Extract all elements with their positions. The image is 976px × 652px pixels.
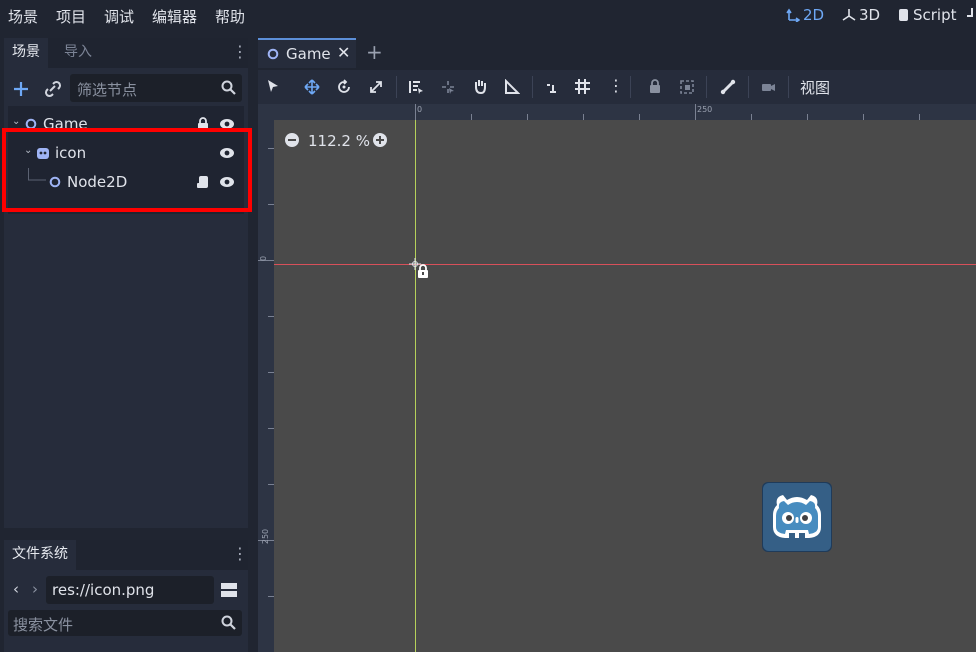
zoom-out-icon[interactable] [284,132,300,148]
rotate-tool-icon[interactable] [336,79,352,95]
workspace-script-button[interactable]: Script [896,6,957,24]
toolbar-separator [788,76,789,98]
search-files-placeholder: 搜索文件 [13,616,74,634]
3d-icon [842,9,856,21]
search-files-input[interactable]: 搜索文件 [8,610,242,636]
forward-arrow-icon[interactable]: › [32,580,38,598]
menu-scene[interactable]: 场景 [8,6,38,27]
group-icon[interactable] [679,79,695,95]
script-icon [899,9,908,21]
2d-icon [786,8,800,22]
workspace-3d-label: 3D [859,6,881,24]
add-tab-icon[interactable]: + [366,40,383,64]
search-icon [221,80,236,95]
camera-override-icon[interactable] [760,79,776,95]
snap-options-icon[interactable]: ⋮ [608,76,624,95]
split-view-icon[interactable] [220,581,238,599]
path-field[interactable]: res://icon.png [46,576,214,604]
workspace-2d-label: 2D [803,6,825,24]
scene-tab-label: Game [286,45,331,63]
filter-nodes-placeholder: 筛选节点 [77,81,138,99]
scene-tabs: Game ✕ + [258,38,976,70]
select-tool-icon[interactable] [266,79,280,93]
ruler-tick [415,104,416,120]
toolbar-separator [706,76,707,98]
ruler-label: 0 [417,105,423,114]
ruler-label: 0 [259,255,269,262]
lock-icon[interactable] [648,79,662,94]
canvas-toolbar: ⋮ 视图 [258,70,976,104]
menu-help[interactable]: 帮助 [215,6,245,27]
grid-snap-icon[interactable] [574,78,591,95]
filter-nodes-input[interactable]: 筛选节点 [70,74,242,102]
ruler-vertical: 0 250 [258,104,274,652]
workspace-script-label: Script [913,6,957,24]
toolbar-separator [748,76,749,98]
ruler-label: 250 [697,105,713,114]
zoom-in-icon[interactable] [372,132,388,148]
workspace-2d-button[interactable]: 2D [786,6,824,24]
menu-editor[interactable]: 编辑器 [152,6,197,27]
path-value: res://icon.png [52,581,155,599]
godot-logo-icon[interactable] [761,481,833,553]
assetlib-icon [967,8,973,17]
lock-icon [418,264,428,278]
ruler-tick [695,104,696,120]
close-icon[interactable]: ✕ [337,43,350,62]
search-icon [221,615,236,630]
pivot-tool-icon[interactable] [440,79,456,95]
link-icon[interactable] [44,80,62,98]
toolbar-separator [630,76,631,98]
tab-import[interactable]: 导入 [56,38,100,68]
zoom-level[interactable]: 112.2 % [308,132,370,150]
toolbar-separator [396,76,397,98]
2d-viewport[interactable]: 112.2 % [274,120,976,652]
move-tool-icon[interactable] [304,79,320,95]
smart-snap-icon[interactable] [544,79,560,95]
filesystem-dock-tabs: 文件系统 ⋮ [4,540,248,570]
workspace-3d-button[interactable]: 3D [842,6,880,24]
list-select-icon[interactable] [408,79,424,95]
scene-tab-game[interactable]: Game ✕ [258,38,356,68]
chevron-down-icon[interactable]: ⌄ [12,116,20,127]
bone-icon[interactable] [720,79,736,95]
ruler-label: 250 [261,528,271,545]
toolbar-separator [532,76,533,98]
y-axis-line [415,120,416,652]
scene-dock-menu-icon[interactable]: ⋮ [232,44,248,60]
x-axis-line [274,264,976,265]
back-arrow-icon[interactable]: ‹ [13,580,19,598]
ruler-horizontal: 0 250 [258,104,976,120]
scale-tool-icon[interactable] [368,79,384,95]
add-node-icon[interactable] [12,80,30,98]
ruler-tool-icon[interactable] [504,79,520,95]
node-icon [267,48,279,60]
menu-bar: 场景 项目 调试 编辑器 帮助 [0,0,976,32]
scene-dock-tabs: 场景 导入 ⋮ [4,38,248,68]
tab-scene[interactable]: 场景 [4,38,48,68]
view-menu-button[interactable]: 视图 [800,77,830,98]
tab-filesystem[interactable]: 文件系统 [4,540,76,570]
highlight-box [2,128,252,212]
menu-project[interactable]: 项目 [56,6,86,27]
pan-tool-icon[interactable] [472,78,488,95]
menu-debug[interactable]: 调试 [104,6,134,27]
workspace-assetlib-button[interactable] [966,6,976,20]
filesystem-dock-menu-icon[interactable]: ⋮ [232,546,248,562]
